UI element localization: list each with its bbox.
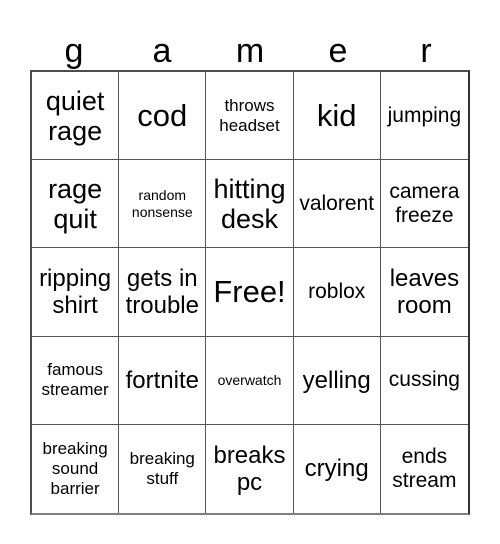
bingo-cell[interactable]: gets in trouble xyxy=(119,248,207,337)
bingo-header-letter-3: e xyxy=(328,32,348,70)
bingo-cell[interactable]: kid xyxy=(293,72,381,161)
bingo-cell[interactable]: random nonsense xyxy=(119,160,207,249)
bingo-cell-label: crying xyxy=(304,455,369,483)
bingo-cell-label: yelling xyxy=(302,366,371,394)
bingo-cell-label: rage quit xyxy=(48,173,103,234)
bingo-cell-label: gets in trouble xyxy=(125,264,199,319)
bingo-cell-label: cod xyxy=(137,97,188,133)
bingo-cell-label: breaks pc xyxy=(213,441,286,496)
bingo-cell[interactable]: fortnite xyxy=(119,336,207,425)
bingo-cell-label: jumping xyxy=(387,103,462,127)
bingo-cell[interactable]: camera freeze xyxy=(380,160,468,249)
bingo-cell[interactable]: breaking stuff xyxy=(119,424,207,513)
bingo-cell[interactable]: famous streamer xyxy=(32,336,120,425)
bingo-free-space[interactable]: Free! xyxy=(206,248,294,337)
bingo-card: g a m e r quiet rage cod throws headset kid jump… xyxy=(0,0,500,544)
bingo-cell-label: breaking sound barrier xyxy=(42,438,108,498)
bingo-header-letter-4: r xyxy=(420,32,432,70)
bingo-cell-label: ripping shirt xyxy=(39,264,112,319)
bingo-cell[interactable]: ends stream xyxy=(380,424,468,513)
bingo-cell[interactable]: throws headset xyxy=(206,72,294,161)
bingo-cell-label: quiet rage xyxy=(45,85,105,146)
bingo-header-letter-0: g xyxy=(64,32,84,70)
bingo-cell-label: roblox xyxy=(308,279,366,303)
bingo-cell[interactable]: cod xyxy=(119,72,207,161)
bingo-cell-label: kid xyxy=(316,97,357,133)
bingo-cell[interactable]: yelling xyxy=(293,336,381,425)
bingo-cell[interactable]: leaves room xyxy=(380,248,468,337)
bingo-cell-label: overwatch xyxy=(217,371,282,388)
bingo-cell[interactable]: quiet rage xyxy=(32,72,120,161)
bingo-cell[interactable]: roblox xyxy=(293,248,381,337)
bingo-cell[interactable]: jumping xyxy=(380,72,468,161)
bingo-header-letter-2: m xyxy=(235,32,265,70)
bingo-cell-label: breaking stuff xyxy=(129,448,195,488)
bingo-cell[interactable]: hitting desk xyxy=(206,160,294,249)
bingo-header-letters: gamer xyxy=(30,24,470,70)
bingo-cell[interactable]: valorent xyxy=(293,160,381,249)
bingo-cell-label: ends stream xyxy=(392,444,457,492)
bingo-cell[interactable]: breaks pc xyxy=(206,424,294,513)
bingo-cell[interactable]: cussing xyxy=(380,336,468,425)
bingo-header-letter-1: a xyxy=(152,32,172,70)
bingo-cell-label: camera freeze xyxy=(389,179,460,227)
bingo-cell[interactable]: crying xyxy=(293,424,381,513)
bingo-cell-label: valorent xyxy=(299,191,375,215)
bingo-cell-label: leaves room xyxy=(389,264,460,319)
bingo-grid: quiet rage cod throws headset kid jumping rag… xyxy=(30,70,470,515)
bingo-cell[interactable]: rage quit xyxy=(32,160,120,249)
bingo-cell-label: throws headset xyxy=(219,95,280,135)
bingo-cell-label: famous streamer xyxy=(41,360,109,400)
bingo-cell-label: fortnite xyxy=(125,366,199,394)
bingo-cell-label: hitting desk xyxy=(213,173,286,234)
bingo-cell-label: cussing xyxy=(388,368,460,392)
bingo-cell-label: Free! xyxy=(213,273,286,309)
bingo-cell[interactable]: breaking sound barrier xyxy=(32,424,120,513)
bingo-cell[interactable]: overwatch xyxy=(206,336,294,425)
bingo-cell-label: random nonsense xyxy=(131,186,193,220)
bingo-cell[interactable]: ripping shirt xyxy=(32,248,120,337)
